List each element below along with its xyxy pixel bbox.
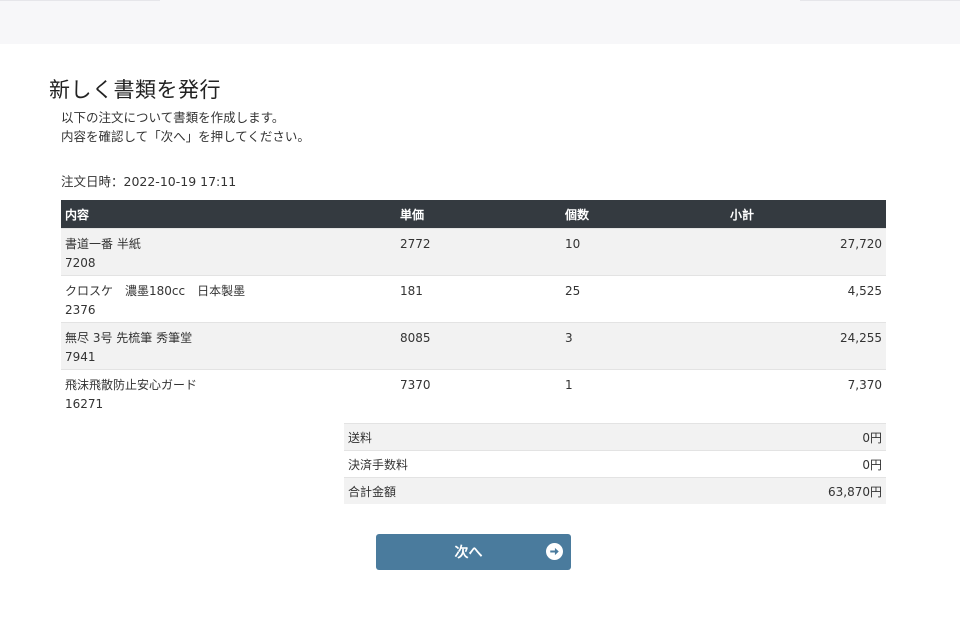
item-subtotal: 7,370 [726, 369, 886, 416]
item-name: 無尽 3号 先梳筆 秀筆堂 [65, 331, 193, 345]
item-name: 書道一番 半紙 [65, 237, 141, 251]
item-cell: 飛沫飛散防止安心ガード 16271 [61, 369, 396, 416]
header-name: 内容 [61, 200, 396, 229]
summary-row-shipping: 送料 0円 [344, 423, 886, 451]
total-label: 合計金額 [344, 477, 628, 504]
header-subtotal: 小計 [726, 200, 886, 229]
table-row: 飛沫飛散防止安心ガード 16271 7370 1 7,370 [61, 369, 886, 416]
item-price: 2772 [396, 228, 561, 276]
total-value: 63,870円 [627, 477, 886, 504]
item-qty: 25 [561, 275, 726, 323]
shipping-value: 0円 [627, 423, 886, 451]
arrow-circle-right-icon [546, 543, 563, 560]
item-name: クロスケ 濃墨180cc 日本製墨 [65, 284, 246, 298]
item-code: 7941 [65, 350, 96, 364]
top-bar-edge-left [0, 0, 160, 1]
intro-text: 以下の注文について書類を作成します。 内容を確認して「次へ」を押してください。 [61, 108, 310, 146]
order-items-table: 内容 単価 個数 小計 書道一番 半紙 7208 2772 10 27,720 … [61, 200, 886, 416]
table-header-row: 内容 単価 個数 小計 [61, 200, 886, 229]
top-bar [0, 0, 960, 44]
item-cell: 書道一番 半紙 7208 [61, 228, 396, 276]
item-subtotal: 24,255 [726, 322, 886, 370]
item-subtotal: 4,525 [726, 275, 886, 323]
summary-table: 送料 0円 決済手数料 0円 合計金額 63,870円 [344, 423, 886, 504]
item-name: 飛沫飛散防止安心ガード [65, 378, 198, 392]
table-row: 書道一番 半紙 7208 2772 10 27,720 [61, 228, 886, 276]
shipping-label: 送料 [344, 423, 628, 451]
fee-value: 0円 [627, 450, 886, 478]
item-code: 2376 [65, 303, 96, 317]
order-date: 注文日時：2022-10-19 17:11 [61, 174, 237, 189]
item-price: 8085 [396, 322, 561, 370]
item-qty: 10 [561, 228, 726, 276]
page-title: 新しく書類を発行 [49, 78, 221, 102]
intro-line-1: 以下の注文について書類を作成します。 [61, 110, 285, 125]
item-cell: クロスケ 濃墨180cc 日本製墨 2376 [61, 275, 396, 323]
item-qty: 3 [561, 322, 726, 370]
header-price: 単価 [396, 200, 561, 229]
item-code: 7208 [65, 256, 96, 270]
summary-row-total: 合計金額 63,870円 [344, 477, 886, 504]
next-button-label: 次へ [454, 545, 483, 561]
item-price: 181 [396, 275, 561, 323]
item-code: 16271 [65, 397, 104, 411]
next-button[interactable]: 次へ [376, 534, 571, 570]
item-price: 7370 [396, 369, 561, 416]
summary-row-fee: 決済手数料 0円 [344, 450, 886, 478]
header-qty: 個数 [561, 200, 726, 229]
item-cell: 無尽 3号 先梳筆 秀筆堂 7941 [61, 322, 396, 370]
table-row: クロスケ 濃墨180cc 日本製墨 2376 181 25 4,525 [61, 275, 886, 323]
intro-line-2: 内容を確認して「次へ」を押してください。 [61, 129, 310, 144]
item-qty: 1 [561, 369, 726, 416]
top-bar-edge-right [800, 0, 960, 1]
fee-label: 決済手数料 [344, 450, 628, 478]
item-subtotal: 27,720 [726, 228, 886, 276]
table-row: 無尽 3号 先梳筆 秀筆堂 7941 8085 3 24,255 [61, 322, 886, 370]
